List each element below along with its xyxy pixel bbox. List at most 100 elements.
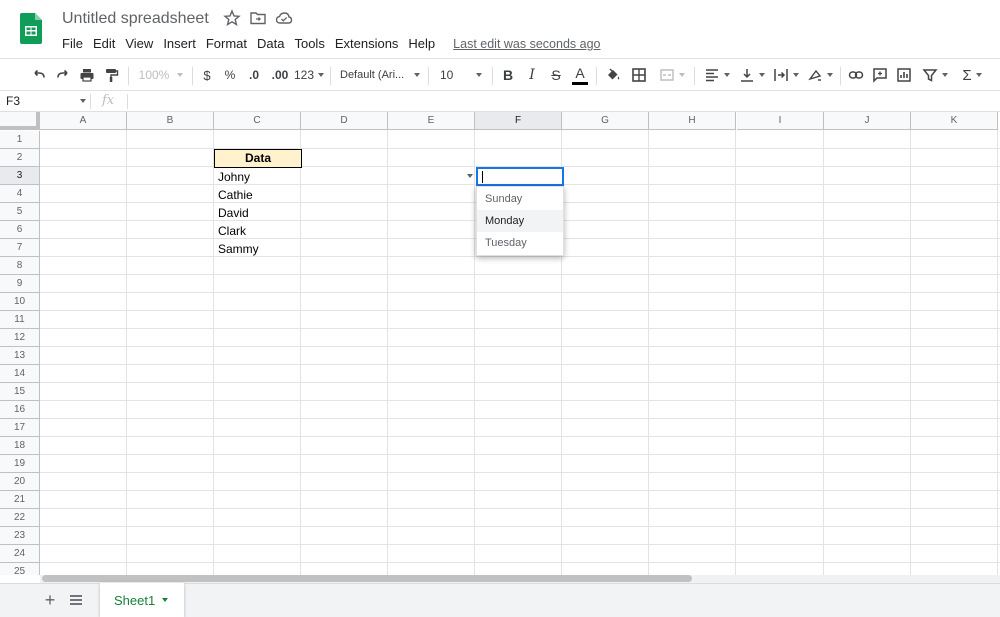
zoom-select[interactable]: 100% — [134, 59, 188, 91]
row-header-9[interactable]: 9 — [0, 275, 40, 293]
strikethrough-button[interactable]: S — [546, 59, 566, 91]
autocomplete-dropdown: Sunday Monday Tuesday — [476, 186, 564, 256]
chevron-down-icon[interactable] — [80, 99, 86, 103]
row-header-23[interactable]: 23 — [0, 527, 40, 545]
spreadsheet-grid[interactable]: ABCDEFGHIJK 1 2 3 4 5 6 7 8 9 10 11 12 13 14 15 16 17 18 1… — [0, 112, 1000, 575]
row-header-2[interactable]: 2 — [0, 149, 40, 167]
menu-file[interactable]: File — [62, 36, 83, 52]
active-cell-f3[interactable] — [476, 167, 564, 186]
cell-c4[interactable]: Cathie — [218, 186, 253, 204]
row-header-24[interactable]: 24 — [0, 545, 40, 563]
menu-insert[interactable]: Insert — [163, 36, 196, 52]
column-header-c[interactable]: C — [214, 112, 301, 130]
column-header-h[interactable]: H — [649, 112, 736, 130]
data-validation-dropdown-icon[interactable] — [467, 174, 473, 178]
column-header-e[interactable]: E — [388, 112, 475, 130]
column-header-f[interactable]: F — [475, 112, 562, 130]
sheets-logo-icon[interactable] — [20, 13, 42, 44]
vertical-align-button[interactable] — [736, 59, 768, 91]
redo-button[interactable] — [52, 59, 74, 91]
cell-c6[interactable]: Clark — [218, 222, 246, 240]
column-header-b[interactable]: B — [127, 112, 214, 130]
print-button[interactable] — [76, 59, 98, 91]
row-header-18[interactable]: 18 — [0, 437, 40, 455]
insert-chart-button[interactable] — [893, 59, 915, 91]
row-header-6[interactable]: 6 — [0, 221, 40, 239]
row-header-8[interactable]: 8 — [0, 257, 40, 275]
cloud-saved-icon[interactable] — [275, 9, 293, 27]
text-rotation-button[interactable] — [804, 59, 836, 91]
row-header-22[interactable]: 22 — [0, 509, 40, 527]
more-formats-button[interactable]: 123 — [294, 59, 325, 91]
percent-format-button[interactable]: % — [221, 59, 239, 91]
row-header-10[interactable]: 10 — [0, 293, 40, 311]
paint-format-button[interactable] — [100, 59, 122, 91]
row-header-3[interactable]: 3 — [0, 167, 40, 185]
row-header-16[interactable]: 16 — [0, 401, 40, 419]
font-family-select[interactable]: Default (Ari... — [336, 59, 424, 91]
row-header-7[interactable]: 7 — [0, 239, 40, 257]
menu-format[interactable]: Format — [206, 36, 247, 52]
name-box[interactable]: F3 — [6, 94, 20, 108]
insert-link-button[interactable] — [845, 59, 867, 91]
row-header-20[interactable]: 20 — [0, 473, 40, 491]
menu-help[interactable]: Help — [408, 36, 435, 52]
dropdown-option-tuesday[interactable]: Tuesday — [477, 232, 563, 254]
cell-c3[interactable]: Johny — [218, 168, 250, 186]
insert-comment-button[interactable] — [869, 59, 891, 91]
decrease-decimal-button[interactable]: .0 — [243, 59, 265, 91]
menu-extensions[interactable]: Extensions — [335, 36, 399, 52]
select-all-corner[interactable] — [0, 112, 40, 130]
last-edit-link[interactable]: Last edit was seconds ago — [453, 37, 600, 51]
cell-c7[interactable]: Sammy — [218, 240, 259, 258]
row-header-25[interactable]: 25 — [0, 563, 40, 575]
move-folder-icon[interactable] — [249, 9, 267, 27]
document-title[interactable]: Untitled spreadsheet — [62, 10, 209, 28]
row-header-1[interactable]: 1 — [0, 131, 40, 149]
horizontal-scrollbar-thumb[interactable] — [42, 575, 692, 582]
row-header-4[interactable]: 4 — [0, 185, 40, 203]
row-header-11[interactable]: 11 — [0, 311, 40, 329]
merge-cells-button[interactable] — [654, 59, 690, 91]
dropdown-option-monday[interactable]: Monday — [477, 210, 563, 232]
row-header-13[interactable]: 13 — [0, 347, 40, 365]
borders-button[interactable] — [628, 59, 650, 91]
column-header-j[interactable]: J — [824, 112, 911, 130]
dropdown-option-sunday[interactable]: Sunday — [477, 188, 563, 210]
italic-button[interactable]: I — [522, 59, 542, 91]
fill-color-button[interactable] — [602, 59, 624, 91]
horizontal-align-button[interactable] — [700, 59, 734, 91]
column-header-a[interactable]: A — [40, 112, 127, 130]
column-header-k[interactable]: K — [911, 112, 998, 130]
cell-c2-header[interactable]: Data — [214, 149, 302, 168]
menu-edit[interactable]: Edit — [93, 36, 115, 52]
column-header-d[interactable]: D — [301, 112, 388, 130]
undo-button[interactable] — [28, 59, 50, 91]
column-header-g[interactable]: G — [562, 112, 649, 130]
bold-button[interactable]: B — [498, 59, 518, 91]
column-header-i[interactable]: I — [737, 112, 824, 130]
chevron-down-icon[interactable] — [162, 598, 169, 602]
sheet-tab-sheet1[interactable]: Sheet1 — [100, 583, 184, 617]
row-header-21[interactable]: 21 — [0, 491, 40, 509]
row-header-17[interactable]: 17 — [0, 419, 40, 437]
star-icon[interactable] — [223, 9, 241, 27]
row-header-5[interactable]: 5 — [0, 203, 40, 221]
currency-format-button[interactable]: $ — [198, 59, 216, 91]
filter-button[interactable] — [918, 59, 952, 91]
row-header-19[interactable]: 19 — [0, 455, 40, 473]
menu-view[interactable]: View — [125, 36, 153, 52]
increase-decimal-button[interactable]: .00 — [268, 59, 292, 91]
row-header-12[interactable]: 12 — [0, 329, 40, 347]
cell-c5[interactable]: David — [218, 204, 249, 222]
font-size-select[interactable]: 10 — [434, 59, 488, 91]
menu-tools[interactable]: Tools — [294, 36, 324, 52]
text-color-button[interactable]: A — [570, 59, 590, 91]
menu-data[interactable]: Data — [257, 36, 284, 52]
text-wrapping-button[interactable] — [770, 59, 802, 91]
add-sheet-button[interactable]: + — [40, 590, 60, 610]
row-header-15[interactable]: 15 — [0, 383, 40, 401]
all-sheets-menu-icon[interactable] — [66, 590, 86, 610]
row-header-14[interactable]: 14 — [0, 365, 40, 383]
functions-button[interactable]: Σ — [956, 59, 988, 91]
